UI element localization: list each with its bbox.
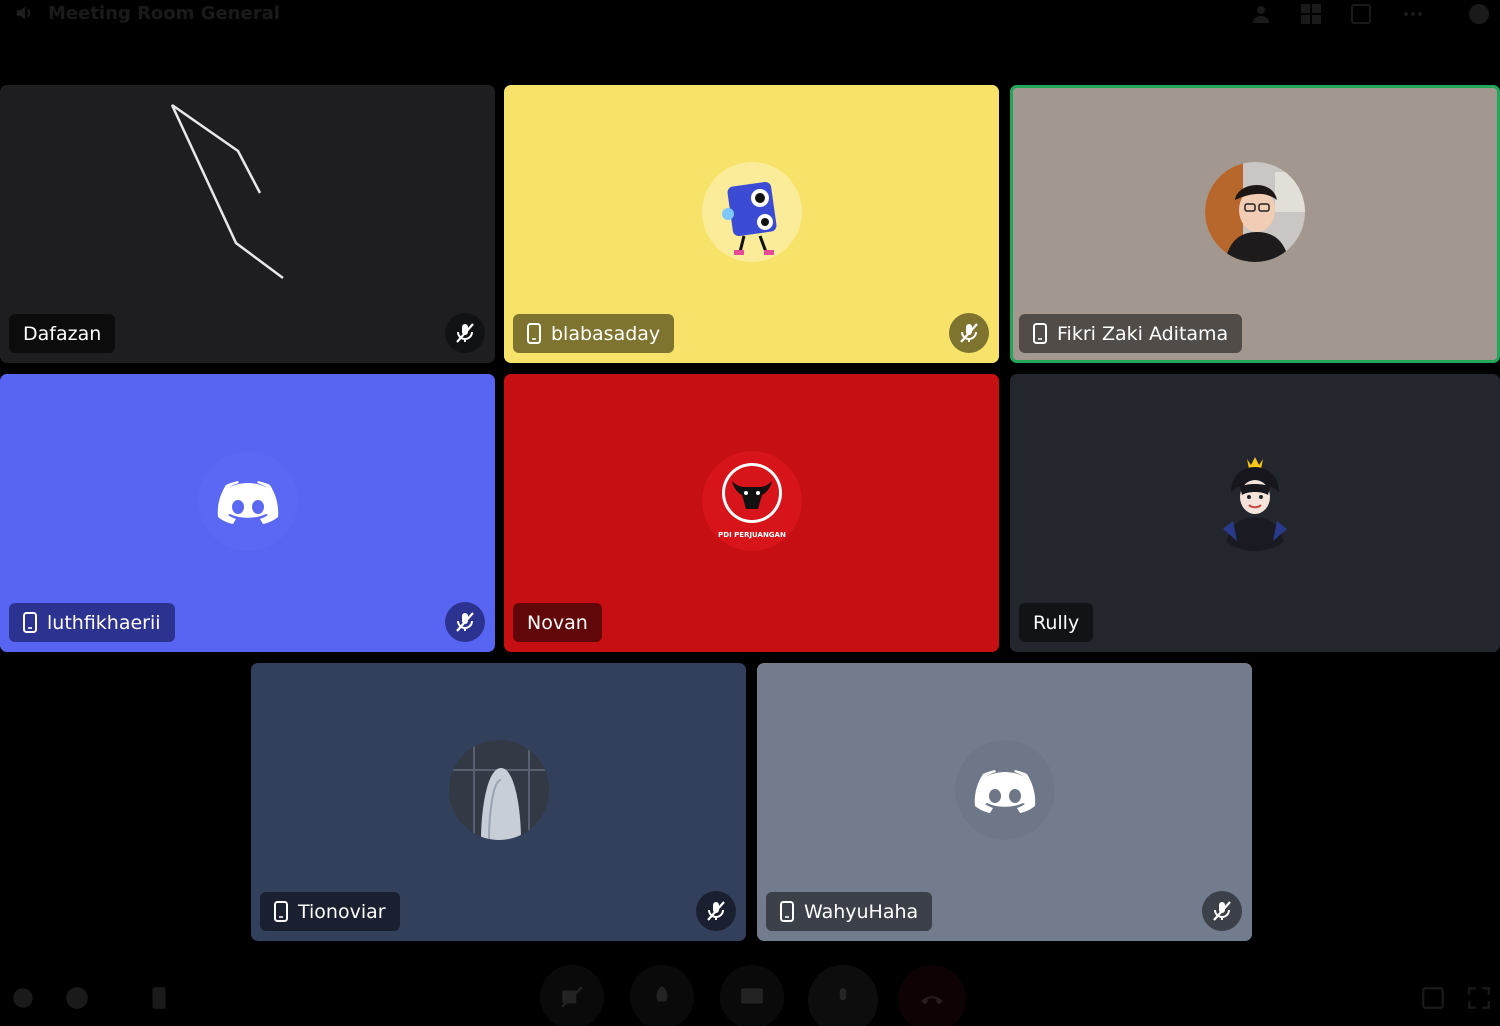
phone-icon[interactable] <box>146 985 172 1011</box>
participant-name-label: Fikri Zaki Aditama <box>1019 314 1243 353</box>
muted-indicator <box>1202 891 1242 931</box>
participant-tile-fikri-zaki-aditama[interactable]: Fikri Zaki Aditama <box>1010 85 1500 363</box>
anime-character-avatar <box>1205 451 1305 551</box>
camera-off-button[interactable] <box>540 965 604 1026</box>
chat-icon[interactable] <box>1466 2 1492 26</box>
disconnect-icon <box>921 996 943 1005</box>
microphone-button[interactable] <box>808 965 878 1026</box>
discord-default-avatar <box>954 740 1055 840</box>
participant-name: blabasaday <box>551 322 661 345</box>
participant-name-label: Dafazan <box>9 314 116 353</box>
participant-name: Dafazan <box>23 322 102 345</box>
muted-indicator <box>445 602 485 642</box>
channel-title: Meeting Room General <box>48 3 280 24</box>
mic-muted-icon <box>707 901 725 921</box>
muted-indicator <box>445 313 485 353</box>
muted-indicator <box>696 891 736 931</box>
mic-muted-icon <box>1213 901 1231 921</box>
screen-share-button[interactable] <box>720 965 784 1026</box>
participant-name-label: Rully <box>1019 603 1094 642</box>
participant-name: Rully <box>1033 611 1080 634</box>
mobile-phone-icon <box>527 323 541 344</box>
discord-logo-icon <box>954 740 1055 840</box>
participant-tile-tionoviar[interactable]: Tionoviar <box>251 663 746 941</box>
emoji-icon[interactable] <box>64 985 90 1011</box>
mobile-phone-icon <box>23 612 37 633</box>
add-user-icon[interactable] <box>1250 2 1276 26</box>
participant-tile-luthfikhaerii[interactable]: luthfikhaerii <box>0 374 495 652</box>
avatar-logo-text: PDI PERJUANGAN <box>718 531 786 539</box>
activities-button[interactable] <box>630 965 694 1026</box>
fullscreen-icon[interactable] <box>1466 985 1492 1011</box>
participant-name: WahyuHaha <box>804 900 919 923</box>
voice-controls-bar <box>0 955 1500 1026</box>
participant-tile-blabasaday[interactable]: blabasaday <box>504 85 999 363</box>
mic-muted-icon <box>456 612 474 632</box>
participant-name: luthfikhaerii <box>47 611 161 634</box>
participant-name-label: luthfikhaerii <box>9 603 175 642</box>
mobile-phone-icon <box>274 901 288 922</box>
participant-name-label: WahyuHaha <box>766 892 933 931</box>
mic-muted-icon <box>960 323 978 343</box>
disconnect-button[interactable] <box>898 965 966 1026</box>
ghost-photo-avatar <box>448 740 549 840</box>
participant-name-label: blabasaday <box>513 314 675 353</box>
microphone-icon <box>839 988 847 1001</box>
grid-icon[interactable] <box>1298 2 1324 26</box>
participant-name-label: Tionoviar <box>260 892 400 931</box>
discord-logo-icon <box>197 451 298 551</box>
discord-default-avatar <box>197 451 298 551</box>
screen-share-icon <box>741 988 763 1004</box>
voice-header: Meeting Room General <box>0 0 1500 30</box>
participant-tile-wahyuhaha[interactable]: WahyuHaha <box>757 663 1252 941</box>
mobile-phone-icon <box>780 901 794 922</box>
speaker-icon <box>16 6 31 20</box>
popout-icon[interactable] <box>1348 2 1374 26</box>
participant-tile-dafazan[interactable]: Dafazan <box>0 85 495 363</box>
more-icon[interactable] <box>1400 2 1426 26</box>
participant-tile-rully[interactable]: Rully <box>1010 374 1500 652</box>
participant-name: Fikri Zaki Aditama <box>1057 322 1229 345</box>
participant-name: Novan <box>527 611 588 634</box>
activity-icon[interactable] <box>10 985 36 1011</box>
speaker-mascot-avatar <box>701 162 802 262</box>
muted-indicator <box>949 313 989 353</box>
mobile-phone-icon <box>1033 323 1047 344</box>
activities-rocket-icon <box>656 986 668 1002</box>
participant-tile-novan[interactable]: PDI PERJUANGAN Novan <box>504 374 999 652</box>
mic-muted-icon <box>456 323 474 343</box>
popout-icon[interactable] <box>1420 985 1446 1011</box>
camera-off-icon <box>561 986 583 1008</box>
participant-name-label: Novan <box>513 603 602 642</box>
photo-avatar <box>1205 162 1305 262</box>
bull-logo-avatar: PDI PERJUANGAN <box>701 451 802 551</box>
participant-name: Tionoviar <box>298 900 386 923</box>
